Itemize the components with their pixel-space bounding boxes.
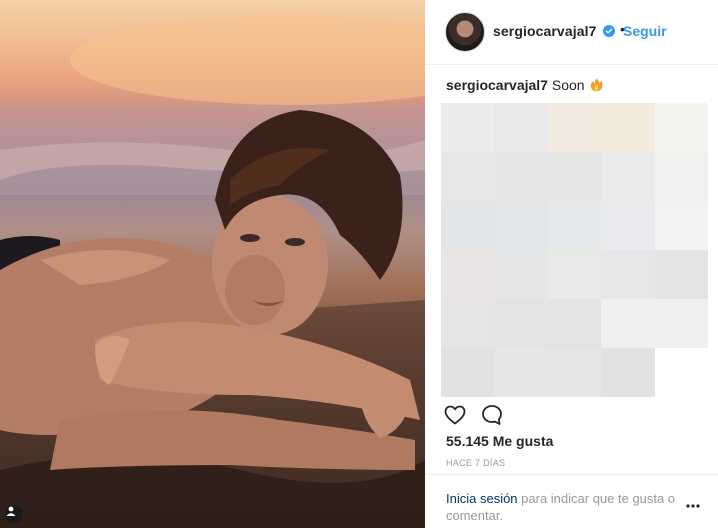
blurred-tile xyxy=(601,348,655,397)
login-prompt: Inicia sesión para indicar que te gusta … xyxy=(446,490,696,524)
post-caption: sergiocarvajal7 Soon xyxy=(446,77,603,93)
blurred-tile xyxy=(654,299,708,348)
blurred-tile xyxy=(441,103,495,152)
verified-badge-icon xyxy=(603,25,615,37)
blurred-tile xyxy=(494,299,548,348)
post-actions xyxy=(443,403,703,429)
likes-count[interactable]: 55.145 Me gusta xyxy=(446,433,553,449)
blurred-tile xyxy=(494,103,548,152)
blurred-tile xyxy=(547,250,602,299)
post-header: sergiocarvajal7 • Seguir xyxy=(425,0,718,65)
blurred-tile xyxy=(547,201,602,250)
post-timestamp[interactable]: HACE 7 DÍAS xyxy=(446,458,505,468)
follow-button[interactable]: Seguir xyxy=(623,23,667,39)
blurred-tile xyxy=(654,152,708,201)
fire-emoji-icon xyxy=(591,78,603,92)
blurred-tile xyxy=(601,103,655,152)
blurred-tile xyxy=(494,152,548,201)
heart-icon[interactable] xyxy=(443,403,467,427)
blurred-tile xyxy=(601,299,655,348)
post-photo[interactable] xyxy=(0,0,425,528)
blurred-tile xyxy=(494,201,548,250)
blurred-tile xyxy=(654,201,708,250)
username-link[interactable]: sergiocarvajal7 xyxy=(493,23,596,39)
login-link[interactable]: Inicia sesión xyxy=(446,491,518,506)
blurred-tile xyxy=(547,152,602,201)
blurred-tile xyxy=(654,103,708,152)
more-options-icon[interactable] xyxy=(685,503,701,509)
blurred-tile xyxy=(547,348,602,397)
caption-username[interactable]: sergiocarvajal7 xyxy=(446,77,548,93)
caption-text: Soon xyxy=(551,77,585,93)
blurred-tile xyxy=(654,250,708,299)
avatar[interactable] xyxy=(445,12,485,52)
post-side-panel: sergiocarvajal7 • Seguir sergiocarvajal7… xyxy=(425,0,718,528)
blurred-tile xyxy=(601,201,655,250)
blurred-tile xyxy=(441,348,495,397)
blurred-comments-area xyxy=(441,103,708,397)
blurred-tile xyxy=(441,201,495,250)
blurred-tile xyxy=(441,299,495,348)
blurred-tile xyxy=(547,103,602,152)
blurred-tile xyxy=(601,152,655,201)
blurred-tile xyxy=(441,152,495,201)
blurred-tile xyxy=(494,250,548,299)
blurred-tile xyxy=(441,250,495,299)
photo-illustration xyxy=(0,15,425,528)
blurred-tile xyxy=(601,250,655,299)
blurred-tile xyxy=(654,348,708,397)
blurred-tile xyxy=(494,348,548,397)
blurred-tile xyxy=(547,299,602,348)
comment-icon[interactable] xyxy=(480,403,504,427)
post-footer: Inicia sesión para indicar que te gusta … xyxy=(425,474,718,528)
tagged-user-icon[interactable] xyxy=(5,505,23,523)
